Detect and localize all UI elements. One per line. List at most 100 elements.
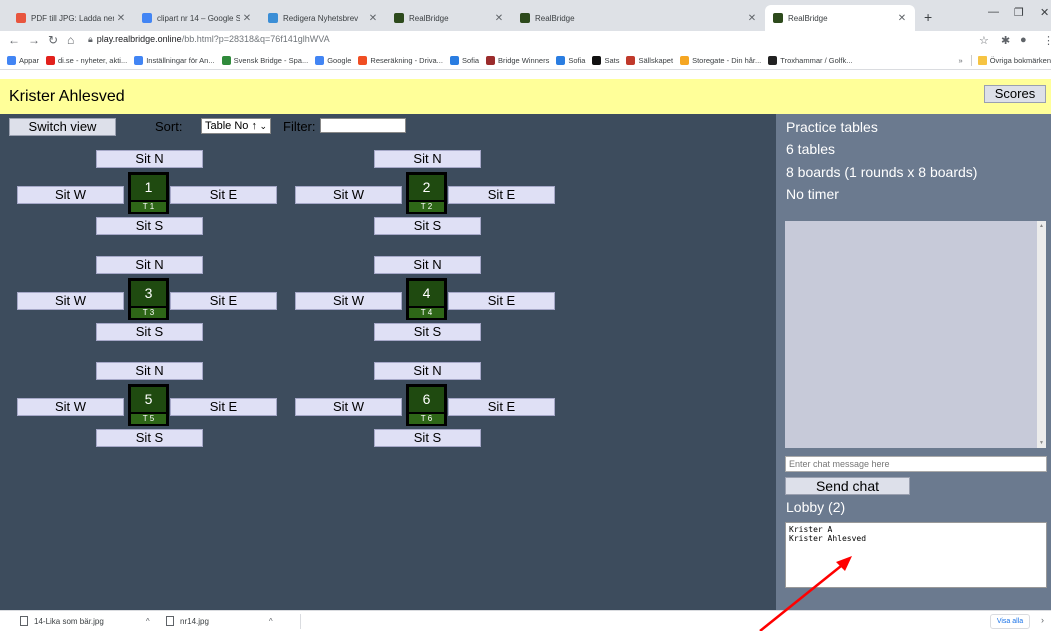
- sit-s-button[interactable]: Sit S: [96, 217, 203, 235]
- page-header: Krister Ahlesved: [0, 79, 1051, 114]
- bridge-table[interactable]: 4T 4: [406, 278, 447, 320]
- bridge-table[interactable]: 6T 6: [406, 384, 447, 426]
- browser-tab[interactable]: PDF till JPG: Ladda ner fil(er)✕: [8, 5, 134, 31]
- maximize-icon[interactable]: ❐: [1014, 6, 1024, 19]
- sit-s-button[interactable]: Sit S: [374, 217, 481, 235]
- chat-messages[interactable]: [785, 221, 1046, 448]
- sit-w-button[interactable]: Sit W: [17, 186, 124, 204]
- close-downloads-icon[interactable]: ›: [1041, 615, 1044, 625]
- sit-w-button[interactable]: Sit W: [17, 398, 124, 416]
- sit-s-button[interactable]: Sit S: [96, 429, 203, 447]
- url-path: /bb.html?p=28318&q=76f141glhWVA: [181, 34, 330, 44]
- close-tab-icon[interactable]: ✕: [745, 13, 759, 24]
- bridge-table[interactable]: 1T 1: [128, 172, 169, 214]
- sit-s-button[interactable]: Sit S: [374, 429, 481, 447]
- di-favicon: [46, 55, 56, 65]
- close-tab-icon[interactable]: ✕: [492, 13, 506, 24]
- sit-s-button[interactable]: Sit S: [96, 323, 203, 341]
- bookmark-item[interactable]: Reseräkning - Driva...: [358, 55, 443, 65]
- bookmark-item[interactable]: Sats: [592, 55, 619, 65]
- url-field[interactable]: 🔒︎ play.realbridge.online/bb.html?p=28318…: [88, 34, 330, 45]
- reload-icon[interactable]: ↻: [48, 33, 58, 47]
- browser-tab[interactable]: clipart nr 14 – Google Sök✕: [134, 5, 260, 31]
- bookmark-item[interactable]: Appar: [7, 55, 39, 65]
- bookmark-label: Sällskapet: [638, 55, 674, 65]
- sit-n-button[interactable]: Sit N: [374, 362, 481, 380]
- switch-view-button[interactable]: Switch view: [9, 118, 116, 136]
- close-tab-icon[interactable]: ✕: [366, 13, 380, 24]
- close-tab-icon[interactable]: ✕: [895, 13, 909, 24]
- sit-w-button[interactable]: Sit W: [295, 292, 402, 310]
- bookmark-item[interactable]: Svensk Bridge - Spa...: [221, 55, 308, 65]
- sit-e-button[interactable]: Sit E: [448, 186, 555, 204]
- sit-n-button[interactable]: Sit N: [374, 150, 481, 168]
- lobby-list: Krister A Krister Ahlesved: [785, 522, 1047, 588]
- sit-w-button[interactable]: Sit W: [17, 292, 124, 310]
- close-tab-icon[interactable]: ✕: [114, 13, 128, 24]
- download-item[interactable]: nr14.jpg ^: [166, 616, 273, 626]
- download-item[interactable]: 14-Lika som bär.jpg ^: [20, 616, 150, 626]
- sort-select[interactable]: Table No ↑ ⌄: [201, 118, 271, 134]
- scroll-up-icon[interactable]: ▲: [1039, 223, 1044, 229]
- minimize-icon[interactable]: —: [988, 6, 999, 18]
- menu-icon[interactable]: ⋮: [1043, 34, 1051, 47]
- send-chat-button[interactable]: Send chat: [785, 477, 910, 495]
- chat-scrollbar[interactable]: ▲ ▼: [1037, 221, 1046, 448]
- sit-n-button[interactable]: Sit N: [96, 256, 203, 274]
- chevron-up-icon[interactable]: ^: [269, 617, 273, 626]
- browser-tab[interactable]: RealBridge ✕: [765, 5, 915, 31]
- bookmark-item[interactable]: Storegate - Din hår...: [680, 55, 761, 65]
- sit-e-button[interactable]: Sit E: [448, 398, 555, 416]
- close-window-icon[interactable]: ✕: [1040, 6, 1049, 19]
- star-icon[interactable]: ☆: [979, 34, 989, 47]
- sit-e-button[interactable]: Sit E: [448, 292, 555, 310]
- bookmark-item[interactable]: Google: [315, 55, 351, 65]
- bookmark-item[interactable]: Sällskapet: [626, 55, 674, 65]
- sit-n-button[interactable]: Sit N: [96, 150, 203, 168]
- more-bookmarks-button[interactable]: »: [959, 56, 963, 65]
- sit-e-button[interactable]: Sit E: [170, 292, 277, 310]
- back-icon[interactable]: ←: [8, 33, 20, 47]
- lobby-label: Lobby (2): [786, 499, 846, 515]
- bookmark-item[interactable]: Inställningar för An...: [134, 55, 215, 65]
- bridge-table[interactable]: 5T 5: [128, 384, 169, 426]
- browser-tab[interactable]: RealBridge ✕: [386, 5, 512, 31]
- table-tag: T 2: [409, 202, 444, 212]
- browser-tab[interactable]: Redigera Nyhetsbrev ✕: [260, 5, 386, 31]
- sit-n-button[interactable]: Sit N: [374, 256, 481, 274]
- sit-n-button[interactable]: Sit N: [96, 362, 203, 380]
- extensions-icon[interactable]: ✱: [1001, 34, 1010, 47]
- chevron-up-icon[interactable]: ^: [146, 617, 150, 626]
- bookmarks-bar: Appar di.se - nyheter, akti... Inställning…: [0, 51, 1051, 70]
- bookmark-item[interactable]: Sofia: [449, 55, 479, 65]
- bookmark-item[interactable]: Sofia: [556, 55, 586, 65]
- forward-icon[interactable]: →: [28, 33, 40, 47]
- bookmark-item[interactable]: di.se - nyheter, akti...: [46, 55, 127, 65]
- bookmark-label: Sofia: [568, 55, 586, 65]
- new-tab-button[interactable]: +: [924, 9, 932, 25]
- chat-input[interactable]: Enter chat message here: [785, 456, 1047, 472]
- filter-input[interactable]: [320, 118, 406, 133]
- sit-w-button[interactable]: Sit W: [295, 398, 402, 416]
- bookmark-label: Troxhammar / Golfk...: [780, 55, 853, 65]
- sit-e-button[interactable]: Sit E: [170, 398, 277, 416]
- show-all-button[interactable]: Visa alla: [990, 614, 1030, 629]
- bookmark-item[interactable]: Bridge Winners: [486, 55, 549, 65]
- bookmark-item[interactable]: Troxhammar / Golfk...: [768, 55, 853, 65]
- other-bookmarks-button[interactable]: Övriga bokmärken: [990, 56, 1051, 65]
- bridge-table[interactable]: 2T 2: [406, 172, 447, 214]
- sit-s-button[interactable]: Sit S: [374, 323, 481, 341]
- profile-icon[interactable]: ●: [1020, 34, 1027, 46]
- table-count: 6 tables: [786, 141, 836, 157]
- table-number: 1: [131, 175, 166, 200]
- scroll-down-icon[interactable]: ▼: [1039, 440, 1044, 446]
- browser-tab[interactable]: RealBridge ✕: [512, 5, 765, 31]
- home-icon[interactable]: ⌂: [67, 33, 74, 47]
- sit-e-button[interactable]: Sit E: [170, 186, 277, 204]
- scores-button[interactable]: Scores: [984, 85, 1046, 103]
- boards-info: 8 boards (1 rounds x 8 boards): [786, 164, 978, 180]
- sit-w-button[interactable]: Sit W: [295, 186, 402, 204]
- table-tag: T 1: [131, 202, 166, 212]
- bridge-table[interactable]: 3T 3: [128, 278, 169, 320]
- close-tab-icon[interactable]: ✕: [240, 13, 254, 24]
